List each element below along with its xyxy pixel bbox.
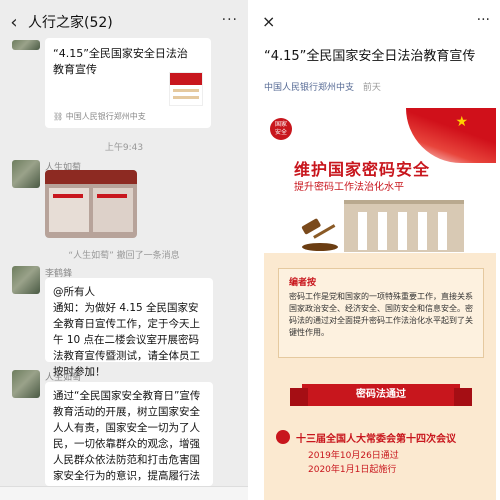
text-message[interactable]: 通过“全民国家安全教育日”宣传教育活动的开展，树立国家安全人人有责，国家安全一切… [45, 382, 213, 486]
event-date-effective: 2020年1月1日起施行 [308, 465, 397, 475]
law-passed-ribbon: 密码法通过 [290, 384, 472, 406]
event-date-passed: 2019年10月26日通过 [308, 451, 399, 461]
poster-subslogan: 提升密码工作法治化水平 [294, 182, 404, 193]
article-meta: 中国人民银行郑州中支 前天 [264, 80, 381, 93]
article-date: 前天 [362, 83, 381, 93]
timestamp: 上午9:43 [104, 143, 144, 153]
poster-header: 国家 安全 ★ 维护国家密码安全 提升密码工作法治化水平 [264, 108, 496, 253]
input-bar[interactable] [0, 486, 248, 500]
poster-slogan: 维护国家密码安全 [294, 160, 431, 179]
event-heading: 十三届全国人大常委会第十四次会议 [296, 434, 456, 445]
recall-notice: “人生如萄” 撤回了一条消息 [68, 251, 180, 261]
card-thumbnail [169, 72, 203, 106]
avatar[interactable] [12, 266, 40, 294]
image-message[interactable] [45, 170, 137, 238]
card-source: ⛓ 中国人民银行郑州中支 [53, 112, 146, 121]
article-title: “4.15”全民国家安全日法治教育宣传 [264, 49, 476, 64]
event-bullet-icon [276, 430, 290, 444]
chat-title: 人行之家(52) [28, 15, 113, 31]
article-author[interactable]: 中国人民银行郑州中支 [264, 83, 354, 93]
chat-panel: ‹ 人行之家(52) ··· “4.15”全民国家安全日法治教育宣传 ⛓ 中国人… [0, 0, 248, 500]
shared-article-card[interactable]: “4.15”全民国家安全日法治教育宣传 ⛓ 中国人民银行郑州中支 [45, 38, 211, 128]
close-icon[interactable]: × [262, 12, 275, 31]
editor-note: 编者按 密码工作是党和国家的一项特殊重要工作，直接关系国家政治安全、经济安全、国… [278, 268, 484, 358]
avatar[interactable] [12, 40, 40, 50]
editor-note-label: 编者按 [289, 278, 317, 288]
back-arrow-icon[interactable]: ‹ [0, 12, 28, 33]
more-options-icon[interactable]: ··· [477, 12, 490, 28]
avatar[interactable] [12, 160, 40, 188]
text-message[interactable]: @所有人 通知：为做好 4.15 全民国家安全教育日宣传工作，定于今天上午 10… [45, 278, 213, 378]
more-options-icon[interactable]: ··· [222, 12, 238, 28]
article-poster: 国家 安全 ★ 维护国家密码安全 提升密码工作法治化水平 编者按 密码工作是党和… [264, 108, 496, 500]
article-panel: × ··· “4.15”全民国家安全日法治教育宣传 中国人民银行郑州中支 前天 … [252, 0, 500, 500]
gavel-icon [301, 218, 338, 251]
link-icon: ⛓ [53, 112, 64, 121]
message-text: 通过“全民国家安全教育日”宣传教育活动的开展，树立国家安全人人有责，国家安全一切… [53, 390, 201, 482]
building-graphic [344, 200, 464, 252]
flag-graphic [406, 108, 496, 163]
national-security-badge: 国家 安全 [270, 118, 292, 140]
editor-note-text: 密码工作是党和国家的一项特殊重要工作，直接关系国家政治安全、经济安全、国防安全和… [289, 292, 473, 337]
avatar[interactable] [12, 370, 40, 398]
star-icon: ★ [455, 114, 468, 130]
